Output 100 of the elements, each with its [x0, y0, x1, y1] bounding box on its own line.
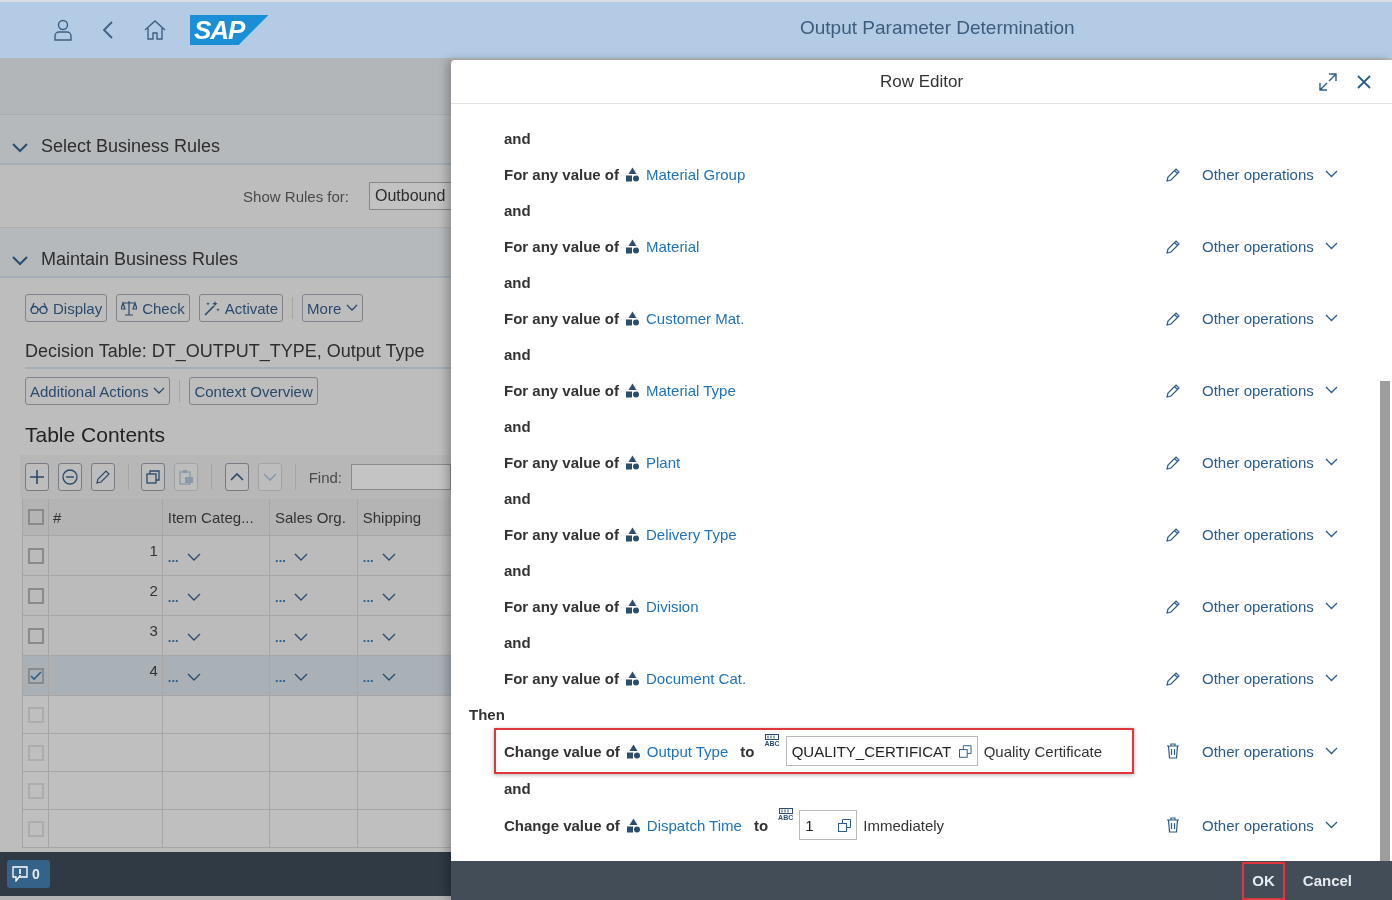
- value-link[interactable]: ...: [362, 630, 374, 645]
- fullscreen-icon[interactable]: [1319, 72, 1337, 91]
- edit-icon[interactable]: [1165, 454, 1181, 470]
- field-link[interactable]: Material Group: [646, 165, 746, 183]
- field-link[interactable]: Customer Mat.: [646, 309, 745, 327]
- other-operations-menu[interactable]: Other operations: [1202, 309, 1338, 327]
- value-help-icon[interactable]: [838, 818, 852, 832]
- field-link[interactable]: Division: [646, 597, 699, 615]
- caret-icon[interactable]: [381, 633, 396, 642]
- value-link[interactable]: ...: [275, 670, 286, 685]
- rules-dropdown[interactable]: Outbound: [369, 182, 451, 210]
- checkbox[interactable]: [27, 627, 44, 644]
- value-link[interactable]: ...: [167, 670, 179, 685]
- value-description: Quality Certificate: [983, 742, 1103, 760]
- logo[interactable]: SAP: [190, 15, 269, 45]
- caret-icon[interactable]: [293, 553, 308, 562]
- edit-icon[interactable]: [1165, 526, 1181, 542]
- value-link[interactable]: ...: [275, 550, 286, 565]
- caret-icon[interactable]: [186, 553, 201, 562]
- edit-icon[interactable]: [1165, 670, 1181, 686]
- toolbar-button[interactable]: Check: [116, 294, 190, 322]
- delete-icon[interactable]: [1166, 743, 1180, 759]
- checkbox[interactable]: [27, 547, 44, 564]
- edit-icon[interactable]: [1165, 598, 1181, 614]
- action-button[interactable]: Additional Actions: [25, 377, 171, 405]
- value-link[interactable]: ...: [362, 590, 374, 605]
- table-row[interactable]: 3 ... ... ...: [23, 616, 451, 656]
- dialog-title: Row Editor: [879, 71, 964, 92]
- toolbar-button[interactable]: Display: [25, 294, 108, 322]
- column-header: #: [53, 508, 62, 526]
- other-operations-menu[interactable]: Other operations: [1202, 597, 1338, 615]
- caret-icon[interactable]: [186, 673, 201, 682]
- messages-button[interactable]: 0: [7, 860, 50, 888]
- table-row[interactable]: 4 ... ... ...: [23, 656, 451, 696]
- other-operations-menu[interactable]: Other operations: [1202, 453, 1338, 471]
- caret-icon: [1325, 602, 1338, 610]
- value-help-icon[interactable]: [959, 744, 972, 758]
- section-header[interactable]: Maintain Business Rules: [0, 228, 451, 278]
- toolbar-button[interactable]: More: [302, 294, 364, 322]
- find-field[interactable]: [351, 464, 451, 490]
- action-button[interactable]: Context Overview: [189, 377, 318, 405]
- caret-icon[interactable]: [381, 553, 396, 562]
- caret-icon[interactable]: [293, 593, 308, 602]
- close-icon[interactable]: [1357, 74, 1371, 89]
- table-row[interactable]: 1 ... ... ...: [23, 536, 451, 576]
- up-row-button[interactable]: [225, 463, 249, 491]
- checkbox[interactable]: [27, 667, 44, 684]
- caret-icon[interactable]: [293, 633, 308, 642]
- delete-icon[interactable]: [1166, 817, 1180, 833]
- section-header[interactable]: Select Business Rules: [0, 115, 451, 165]
- edit-icon[interactable]: [1165, 166, 1181, 182]
- checkbox[interactable]: [27, 509, 44, 525]
- other-operations-menu[interactable]: Other operations: [1202, 525, 1338, 543]
- add-row-button[interactable]: [25, 463, 49, 491]
- caret-icon[interactable]: [381, 593, 396, 602]
- value-link[interactable]: ...: [362, 670, 374, 685]
- checkbox[interactable]: [27, 587, 44, 604]
- edit-icon[interactable]: [1165, 310, 1181, 326]
- value-link[interactable]: ...: [167, 630, 179, 645]
- other-operations-menu[interactable]: Other operations: [1202, 816, 1338, 834]
- copy-row-button[interactable]: [141, 463, 166, 491]
- value-field[interactable]: 1: [799, 810, 858, 840]
- home-icon[interactable]: [144, 20, 166, 40]
- scrollbar[interactable]: [1380, 381, 1390, 861]
- value-link[interactable]: ...: [362, 550, 374, 565]
- other-operations-menu[interactable]: Other operations: [1202, 381, 1338, 399]
- other-operations-menu[interactable]: Other operations: [1202, 165, 1338, 183]
- user-icon[interactable]: [54, 19, 72, 41]
- caret-icon: [1325, 530, 1338, 538]
- caret-icon[interactable]: [293, 673, 308, 682]
- value-link[interactable]: ...: [275, 590, 286, 605]
- value-link[interactable]: ...: [167, 590, 179, 605]
- edit-icon[interactable]: [1165, 382, 1181, 398]
- caret-icon[interactable]: [186, 593, 201, 602]
- edit-icon[interactable]: [1165, 238, 1181, 254]
- back-icon[interactable]: [102, 20, 114, 40]
- field-link[interactable]: Dispatch Time: [646, 816, 742, 834]
- field-link[interactable]: Document Cat.: [646, 669, 747, 687]
- caret-icon[interactable]: [186, 633, 201, 642]
- remove-row-button[interactable]: [57, 463, 82, 491]
- field-link[interactable]: Material: [646, 237, 700, 255]
- edit-row-button[interactable]: [90, 463, 115, 491]
- other-operations-menu[interactable]: Other operations: [1202, 742, 1338, 760]
- cancel-button[interactable]: Cancel: [1292, 861, 1362, 900]
- value-link[interactable]: ...: [275, 630, 286, 645]
- field-link[interactable]: Plant: [646, 453, 681, 471]
- column-header: Shipping: [362, 508, 422, 526]
- rule-prefix: For any value of: [504, 237, 620, 255]
- field-link[interactable]: Material Type: [646, 381, 736, 399]
- other-operations-menu[interactable]: Other operations: [1202, 237, 1338, 255]
- toolbar-button[interactable]: Activate: [198, 294, 284, 322]
- field-link[interactable]: Delivery Type: [646, 525, 737, 543]
- value-field[interactable]: QUALITY_CERTIFICAT: [785, 736, 978, 766]
- table-row[interactable]: 2 ... ... ...: [23, 576, 451, 616]
- value-link[interactable]: ...: [167, 550, 179, 565]
- rule-prefix: Change value of: [504, 816, 620, 834]
- ok-button[interactable]: OK: [1242, 861, 1285, 900]
- field-link[interactable]: Output Type: [646, 742, 729, 760]
- other-operations-menu[interactable]: Other operations: [1202, 669, 1338, 687]
- caret-icon[interactable]: [381, 673, 396, 682]
